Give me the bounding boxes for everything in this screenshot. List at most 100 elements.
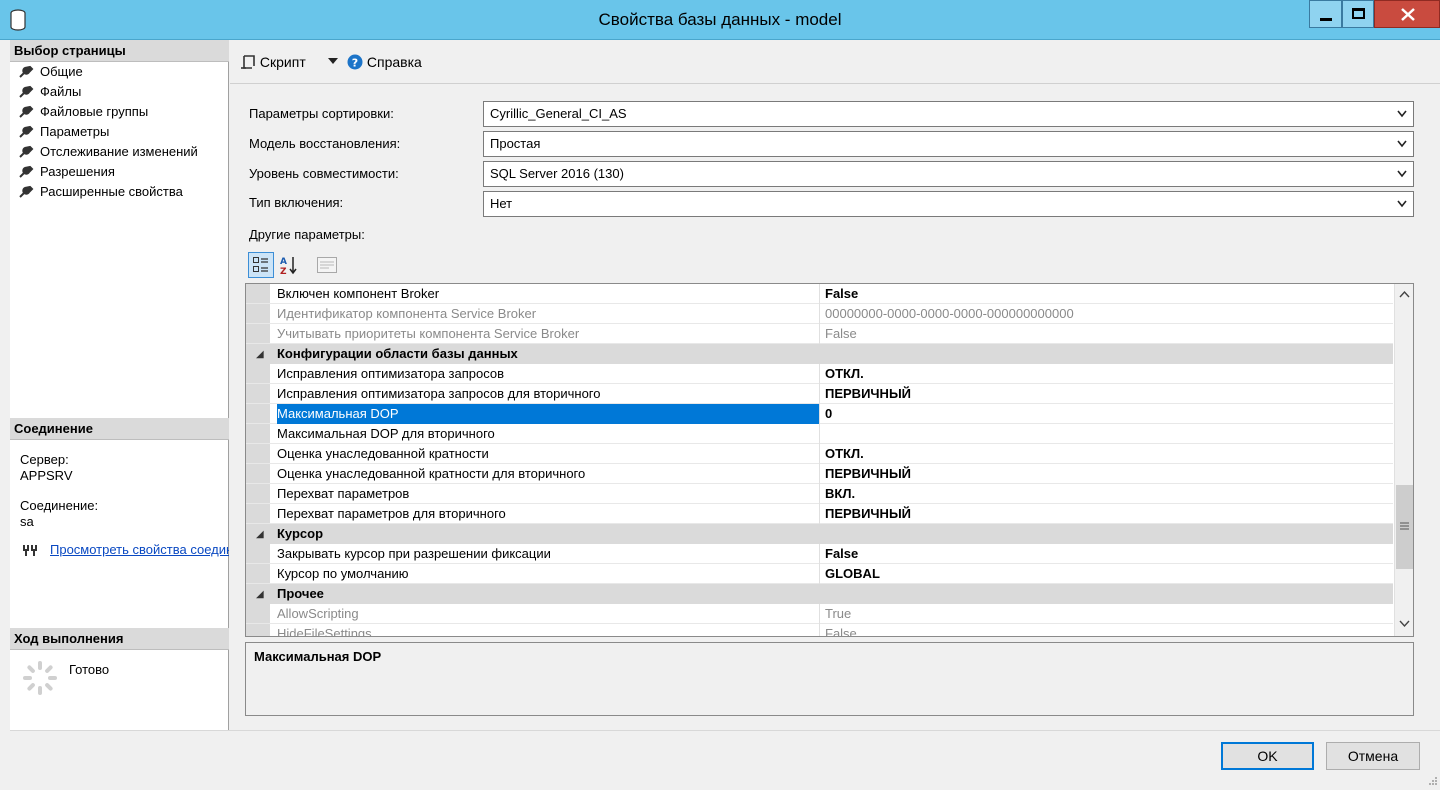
property-name: Исправления оптимизатора запросов для вт… (277, 386, 601, 401)
categorized-icon (253, 257, 268, 272)
collapse-triangle-icon[interactable]: ◢ (256, 589, 264, 600)
grid-category-row[interactable]: ◢ Курсор (246, 524, 1393, 544)
property-value[interactable]: GLOBAL (819, 564, 1393, 584)
help-button[interactable]: ? Справка (347, 52, 422, 72)
wrench-icon (19, 65, 34, 78)
left-pane: Выбор страницы Общие Файлы Файловые груп… (10, 40, 229, 730)
connection-label: Соединение: (20, 498, 99, 513)
scroll-up-icon[interactable] (1399, 290, 1410, 298)
property-name: Учитывать приоритеты компонента Service … (277, 326, 580, 341)
other-options-label: Другие параметры: (249, 227, 365, 242)
alphabetical-button[interactable]: A Z (277, 252, 301, 278)
close-button[interactable] (1374, 0, 1440, 28)
connection-value: sa (20, 514, 34, 529)
minimize-button[interactable] (1309, 0, 1342, 28)
grid-category-row[interactable]: ◢ Конфигурации области базы данных (246, 344, 1393, 364)
property-name: Исправления оптимизатора запросов (277, 366, 505, 381)
property-name: Включен компонент Broker (277, 286, 440, 301)
script-icon (241, 55, 255, 69)
help-label: Справка (366, 54, 422, 70)
grid-property-row[interactable]: Исправления оптимизатора запросов для вт… (246, 384, 1393, 404)
categorized-button[interactable] (248, 252, 274, 278)
property-value[interactable]: True (819, 604, 1393, 624)
page-item-label: Файловые группы (40, 104, 149, 119)
ok-button[interactable]: OK (1221, 742, 1314, 770)
property-value[interactable]: False (819, 624, 1393, 636)
property-value[interactable]: ПЕРВИЧНЫЙ (819, 464, 1393, 484)
script-dropdown-icon[interactable] (328, 58, 338, 65)
page-item-options[interactable]: Параметры (10, 122, 109, 142)
property-value[interactable] (819, 424, 1393, 444)
grid-category-row[interactable]: ◢ Прочее (246, 584, 1393, 604)
page-item-filegroups[interactable]: Файловые группы (10, 102, 148, 122)
property-name: Перехват параметров для вторичного (277, 506, 506, 521)
script-button[interactable]: Скрипт (240, 52, 306, 72)
property-value[interactable]: ОТКЛ. (819, 364, 1393, 384)
property-grid[interactable]: Включен компонент Broker False Идентификат… (245, 283, 1414, 637)
property-value[interactable]: False (819, 284, 1393, 304)
svg-text:A: A (280, 257, 287, 267)
collation-value: Cyrillic_General_CI_AS (490, 106, 627, 121)
collation-select[interactable]: Cyrillic_General_CI_AS (483, 101, 1414, 127)
property-value[interactable]: ПЕРВИЧНЫЙ (819, 384, 1393, 404)
property-value[interactable]: ОТКЛ. (819, 444, 1393, 464)
property-value[interactable]: ВКЛ. (819, 484, 1393, 504)
maximize-icon (1352, 8, 1365, 19)
page-item-general[interactable]: Общие (10, 62, 83, 82)
chevron-down-icon (1397, 200, 1407, 208)
property-value[interactable]: False (819, 544, 1393, 564)
resize-grip-icon[interactable] (1426, 776, 1438, 788)
chevron-down-icon (1397, 110, 1407, 118)
svg-text:Z: Z (280, 267, 287, 275)
property-pages-icon (317, 257, 337, 273)
grid-property-row[interactable]: Максимальная DOP для вторичного (246, 424, 1393, 444)
containment-type-select[interactable]: Нет (483, 191, 1414, 217)
close-icon (1401, 8, 1415, 21)
grid-property-row[interactable]: Закрывать курсор при разрешении фиксации… (246, 544, 1393, 564)
wrench-icon (19, 125, 34, 138)
page-item-files[interactable]: Файлы (10, 82, 81, 102)
collapse-triangle-icon[interactable]: ◢ (256, 529, 264, 540)
property-name: AllowScripting (277, 606, 359, 621)
property-value[interactable]: 0 (819, 404, 1393, 424)
page-item-label: Расширенные свойства (40, 184, 183, 199)
grid-property-row[interactable]: HideFileSettings False (246, 624, 1393, 636)
page-item-change-tracking[interactable]: Отслеживание изменений (10, 142, 198, 162)
recovery-model-select[interactable]: Простая (483, 131, 1414, 157)
wrench-icon (19, 85, 34, 98)
grid-property-row[interactable]: Исправления оптимизатора запросов ОТКЛ. (246, 364, 1393, 384)
grid-property-row[interactable]: Максимальная DOP 0 (246, 404, 1393, 424)
property-value[interactable]: False (819, 324, 1393, 344)
window-title: Свойства базы данных - model (598, 10, 842, 29)
grid-property-row[interactable]: Идентификатор компонента Service Broker 0… (246, 304, 1393, 324)
view-connection-properties-link[interactable]: Просмотреть свойства соединения (50, 542, 229, 557)
page-item-extended-properties[interactable]: Расширенные свойства (10, 182, 183, 202)
cancel-button[interactable]: Отмена (1326, 742, 1420, 770)
grid-property-row[interactable]: AllowScripting True (246, 604, 1393, 624)
progress-spinner-icon (23, 661, 57, 695)
grid-property-row[interactable]: Курсор по умолчанию GLOBAL (246, 564, 1393, 584)
property-name: Максимальная DOP для вторичного (277, 426, 495, 441)
grid-property-row[interactable]: Оценка унаследованной кратности для втор… (246, 464, 1393, 484)
grid-property-row[interactable]: Перехват параметров ВКЛ. (246, 484, 1393, 504)
property-value[interactable]: ПЕРВИЧНЫЙ (819, 504, 1393, 524)
page-item-label: Отслеживание изменений (40, 144, 198, 159)
grid-property-row[interactable]: Включен компонент Broker False (246, 284, 1393, 304)
scrollbar-thumb[interactable] (1396, 485, 1413, 569)
vertical-scrollbar[interactable] (1394, 284, 1413, 636)
progress-header: Ход выполнения (10, 628, 229, 650)
grid-property-row[interactable]: Оценка унаследованной кратности ОТКЛ. (246, 444, 1393, 464)
grid-property-row[interactable]: Учитывать приоритеты компонента Service … (246, 324, 1393, 344)
page-item-permissions[interactable]: Разрешения (10, 162, 115, 182)
compatibility-level-select[interactable]: SQL Server 2016 (130) (483, 161, 1414, 187)
maximize-button[interactable] (1342, 0, 1374, 28)
property-value[interactable]: 00000000-0000-0000-0000-000000000000 (819, 304, 1393, 324)
collapse-triangle-icon[interactable]: ◢ (256, 349, 264, 360)
progress-status: Готово (69, 662, 110, 677)
property-pages-button[interactable] (316, 252, 338, 278)
chevron-down-icon (1397, 170, 1407, 178)
scroll-down-icon[interactable] (1399, 620, 1410, 628)
description-pane: Максимальная DOP (245, 642, 1414, 716)
property-name: Максимальная DOP (277, 404, 819, 424)
grid-property-row[interactable]: Перехват параметров для вторичного ПЕРВИЧ… (246, 504, 1393, 524)
